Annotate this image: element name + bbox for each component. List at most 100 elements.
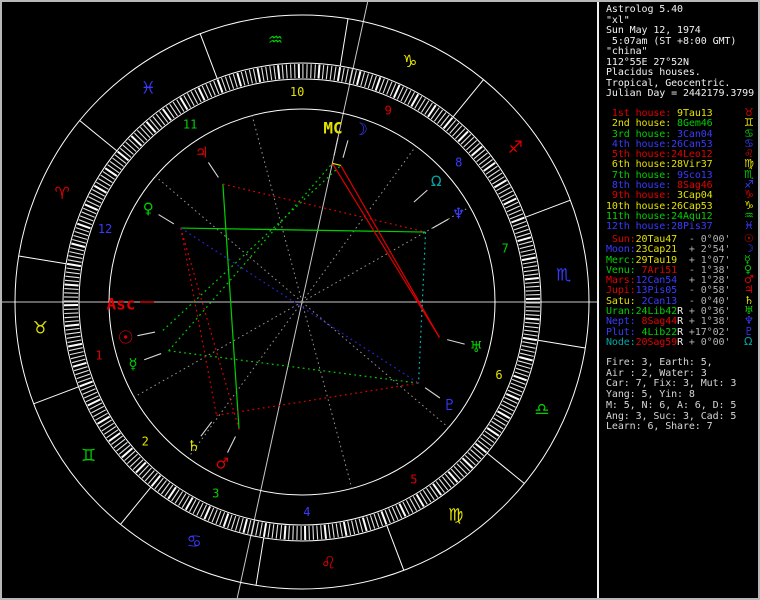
sun-pointer-dash <box>137 331 156 337</box>
planet-label: Node: <box>606 336 636 348</box>
sign-boundary-spoke <box>255 537 265 586</box>
house-number-10: 10 <box>290 85 304 99</box>
sign-boundary-spoke <box>79 120 118 152</box>
house-number-12: 12 <box>98 222 112 236</box>
element-stats-block: Fire: 3, Earth: 5, Air : 2, Water: 3 Car: … <box>606 357 737 433</box>
planet-glyph-sun: ☉ <box>118 328 134 349</box>
house-number-11: 11 <box>183 117 197 131</box>
planet-glyph-uranus: ♅ <box>470 338 483 356</box>
planet-glyph-pluto: ♇ <box>443 396 456 414</box>
planet-glyph-venus: ♀ <box>143 199 154 217</box>
node-pointer-dash <box>413 189 428 203</box>
astrolog-window: ♈ ♉ ♊ ♋ ♌ ♍ ♎ ♏ ♐ ♑ ♒ ♓ 1 2 3 4 5 6 7 8 9 10 11 12 ☉ ☽ ☿ ♀ ♂ ♃ ♄ ♅ ♆ ♇ Ω MC… <box>0 0 760 600</box>
zodiac-sign-icon: ♓ <box>744 219 754 233</box>
neptune-pointer-dash <box>432 218 449 229</box>
planet-glyph-node: Ω <box>431 174 442 190</box>
house-cusp-list: 1st house: 9Tau13 ♉ 2nd house: 8Gem46 ♊ 3r… <box>606 107 754 233</box>
zodiac-sign-glyph-gemini: ♊ <box>81 446 96 466</box>
mc-pointer-dash <box>333 137 339 156</box>
planet-glyph-moon: ☽ <box>353 120 368 140</box>
header-line: Placidus houses. <box>606 67 701 78</box>
house-row: 12th house:28Pis37 ♓ <box>606 220 754 233</box>
aspect-line-saturn-pluto <box>216 382 419 416</box>
jupiter-pointer-dash <box>207 162 219 178</box>
chart-info-header: Astrolog 5.40 "xl" Sun May 12, 1974 5:07am… <box>606 4 755 100</box>
planet-glyph-neptune: ♆ <box>452 204 465 222</box>
mc-label: MC <box>323 119 342 138</box>
header-line: Astrolog 5.40 <box>606 4 683 15</box>
aspect-line-jupiter-neptune <box>222 183 426 233</box>
zodiac-sign-glyph-aries: ♈ <box>55 184 70 204</box>
sign-boundary-spoke <box>339 18 349 67</box>
venus-pointer-dash <box>158 214 175 225</box>
house-value: 28Pis37 <box>671 221 713 233</box>
info-sidebar: Astrolog 5.40 "xl" Sun May 12, 1974 5:07am… <box>604 2 758 598</box>
house-number-6: 6 <box>495 368 502 382</box>
stats-line: Learn: 6, Share: 7 <box>606 421 713 433</box>
sign-boundary-spoke <box>486 452 525 484</box>
zodiac-sign-glyph-sagittarius: ♐ <box>508 138 523 158</box>
mars-pointer-dash <box>227 436 236 453</box>
aspect-line-mercury-mc <box>168 162 333 352</box>
zodiac-sign-glyph-aquarius: ♒ <box>268 30 283 50</box>
zodiac-sign-glyph-taurus: ♉ <box>33 318 48 338</box>
saturn-pointer-dash <box>200 421 213 437</box>
sign-boundary-spoke <box>452 79 484 118</box>
sign-boundary-spoke <box>18 255 67 265</box>
moon-pointer-dash <box>342 140 349 158</box>
uranus-pointer-dash <box>447 339 465 345</box>
planet-glyph-jupiter: ♃ <box>195 144 208 162</box>
sign-boundary-spoke <box>386 525 405 571</box>
zodiac-sign-glyph-libra: ♎ <box>534 400 549 420</box>
aspect-line-mars-jupiter <box>222 184 240 430</box>
house-cusp-line <box>251 115 303 303</box>
house-number-7: 7 <box>501 241 508 255</box>
aspect-line-mercury-pluto <box>168 350 419 384</box>
sign-boundary-spoke <box>537 339 586 349</box>
house-label: 12th house: <box>606 221 672 233</box>
zodiac-sign-glyph-capricorn: ♑ <box>402 52 417 72</box>
header-line: Sun May 12, 1974 <box>606 25 701 36</box>
planet-glyph-mercury: ☿ <box>128 355 137 373</box>
header-line: Julian Day = 2442179.3799 <box>606 88 755 99</box>
house-number-9: 9 <box>385 104 392 118</box>
planet-position-list: Sun:20Tau47 - 0°00' ☉ Moon:23Cap21 + 2°54'… <box>606 233 754 348</box>
sign-boundary-spoke <box>525 199 571 218</box>
planet-value: 20Sag59 <box>635 336 678 348</box>
zodiac-sign-glyph-pisces: ♓ <box>141 79 156 99</box>
planet-glyph-saturn: ♄ <box>187 437 200 455</box>
aspect-line-venus-mars <box>180 227 240 430</box>
planet-velocity: + 0°00' <box>682 336 731 348</box>
house-number-4: 4 <box>303 505 310 519</box>
aspect-line-mc-uranus <box>331 162 440 338</box>
planet-glyph-mars: ♂ <box>215 454 228 472</box>
sign-boundary-spoke <box>120 486 152 525</box>
house-number-8: 8 <box>455 155 462 169</box>
house-cusp-line <box>301 301 449 428</box>
house-number-2: 2 <box>142 435 149 449</box>
planet-icon: Ω <box>744 334 753 348</box>
zodiac-sign-glyph-virgo: ♍ <box>448 505 463 525</box>
zodiac-sign-glyph-leo: ♌ <box>321 554 336 574</box>
house-number-5: 5 <box>410 473 417 487</box>
aspect-line-venus-saturn <box>180 227 218 416</box>
house-cusp-line <box>155 176 303 303</box>
house-cusp-line <box>301 301 353 489</box>
aspect-line-moon-uranus <box>340 165 440 338</box>
aspect-line-venus-pluto <box>180 227 419 384</box>
sidebar-divider <box>597 2 599 598</box>
house-cusp-line <box>133 301 303 398</box>
house-number-3: 3 <box>212 486 219 500</box>
asc-label: Asc <box>107 295 136 314</box>
planet-row: Node:20Sag59R + 0°00' Ω <box>606 336 752 348</box>
natal-chart-wheel: ♈♉♊♋♌♍♎♏♐♑♒♓123456789101112☉☽☿♀♂♃♄♅♆♇ΩMC… <box>2 2 599 598</box>
sign-boundary-spoke <box>33 386 79 405</box>
sign-boundary-spoke <box>199 33 218 79</box>
header-line: "china" <box>606 46 648 57</box>
house-number-1: 1 <box>95 349 102 363</box>
zodiac-sign-glyph-scorpio: ♏ <box>556 266 571 286</box>
zodiac-sign-glyph-cancer: ♋ <box>186 532 201 552</box>
mercury-pointer-dash <box>144 353 162 361</box>
stats-line: M: 5, N: 6, A: 6, D: 5 <box>606 399 737 411</box>
pluto-pointer-dash <box>424 387 441 399</box>
